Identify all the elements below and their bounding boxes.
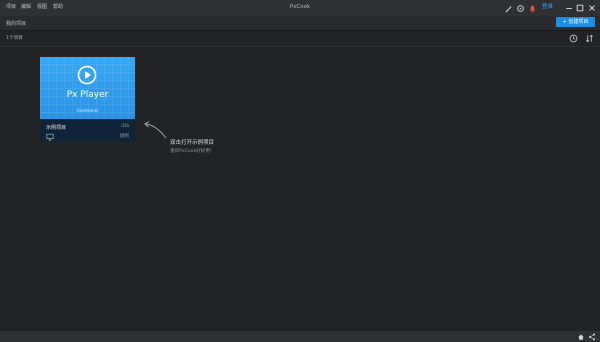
bell-icon[interactable] xyxy=(527,3,537,13)
project-date: 刚刚 xyxy=(119,134,129,139)
play-icon xyxy=(77,65,97,85)
project-count: 1个项目 xyxy=(6,36,23,41)
hint-title: 双击打开示例项目 xyxy=(170,140,215,146)
sub-header xyxy=(0,16,600,30)
pen-icon[interactable] xyxy=(503,3,513,13)
minimize-icon[interactable] xyxy=(564,3,574,13)
thumbnail-title: Px Player xyxy=(66,90,109,100)
share-icon[interactable] xyxy=(588,333,596,341)
project-thumbnail[interactable]: Px Player Usemonic xyxy=(40,57,135,119)
project-card[interactable]: Px Player Usemonic 示例项目 iOS 刚刚 xyxy=(40,57,135,142)
my-projects-label[interactable]: 我的项目 xyxy=(6,20,26,27)
sort-icon[interactable] xyxy=(584,33,594,43)
thumbnail-subtitle: Usemonic xyxy=(76,109,99,114)
project-name: 示例项目 xyxy=(46,125,67,131)
home-icon[interactable] xyxy=(577,333,585,341)
divider xyxy=(0,30,600,31)
login-link[interactable]: 登录 xyxy=(542,4,553,11)
project-platform: iOS xyxy=(121,124,129,129)
create-project-button[interactable]: + 创建项目 xyxy=(556,17,595,27)
status-bar xyxy=(0,331,600,342)
divider xyxy=(0,46,600,47)
close-icon[interactable] xyxy=(587,3,597,13)
monitor-icon xyxy=(46,133,54,141)
settings-icon[interactable] xyxy=(515,3,525,13)
hint-subtitle: 重新PxCook好好用! xyxy=(170,149,212,154)
clock-icon[interactable] xyxy=(568,33,578,43)
curved-arrow-icon xyxy=(144,121,167,139)
maximize-icon[interactable] xyxy=(575,3,585,13)
